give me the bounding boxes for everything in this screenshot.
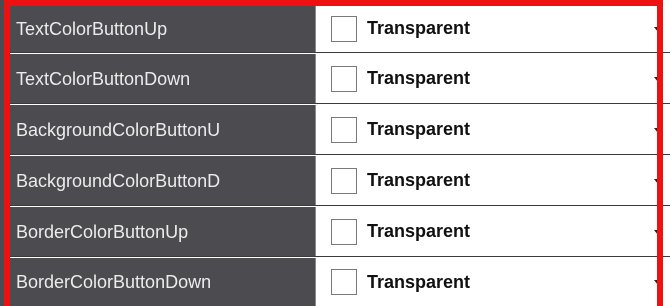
property-row: BackgroundColorButtonU Transparent [0, 105, 670, 155]
property-row: BorderColorButtonUp Transparent [0, 207, 670, 257]
color-swatch [331, 15, 357, 42]
color-value: Transparent [367, 221, 471, 241]
color-value: Transparent [367, 68, 471, 88]
property-name: TextColorButtonDown [10, 54, 316, 103]
color-dropdown[interactable]: Transparent [318, 105, 670, 154]
property-name: TextColorButtonUp [10, 5, 316, 52]
color-dropdown[interactable]: Transparent [318, 54, 670, 103]
grid-left-margin [0, 0, 10, 306]
color-dropdown[interactable]: Transparent [318, 5, 670, 52]
dropdown-arrow-icon[interactable] [654, 76, 662, 82]
color-swatch [331, 116, 357, 143]
dropdown-arrow-icon[interactable] [654, 229, 662, 235]
dropdown-arrow-icon[interactable] [654, 26, 662, 32]
color-value: Transparent [367, 170, 471, 190]
color-swatch [331, 269, 357, 295]
property-row: TextColorButtonDown Transparent [0, 54, 670, 104]
color-dropdown[interactable]: Transparent [318, 258, 670, 306]
color-dropdown[interactable]: Transparent [318, 207, 670, 256]
property-name: BackgroundColorButtonD [10, 156, 316, 205]
color-dropdown[interactable]: Transparent [318, 156, 670, 205]
property-row: TextColorButtonUp Transparent [0, 5, 670, 53]
property-name: BackgroundColorButtonU [10, 105, 316, 154]
color-swatch [331, 218, 357, 245]
property-name: BorderColorButtonDown [10, 258, 316, 306]
color-value: Transparent [367, 18, 471, 38]
color-swatch [331, 167, 357, 194]
color-value: Transparent [367, 119, 471, 139]
property-name: BorderColorButtonUp [10, 207, 316, 256]
property-row: BorderColorButtonDown Transparent [0, 258, 670, 306]
property-grid: TextColorButtonUp Transparent TextColorB… [0, 0, 670, 306]
dropdown-arrow-icon[interactable] [654, 127, 662, 133]
property-row: BackgroundColorButtonD Transparent [0, 156, 670, 206]
dropdown-arrow-icon[interactable] [654, 178, 662, 184]
dropdown-arrow-icon[interactable] [654, 280, 662, 285]
color-swatch [331, 65, 357, 92]
color-value: Transparent [367, 271, 471, 292]
